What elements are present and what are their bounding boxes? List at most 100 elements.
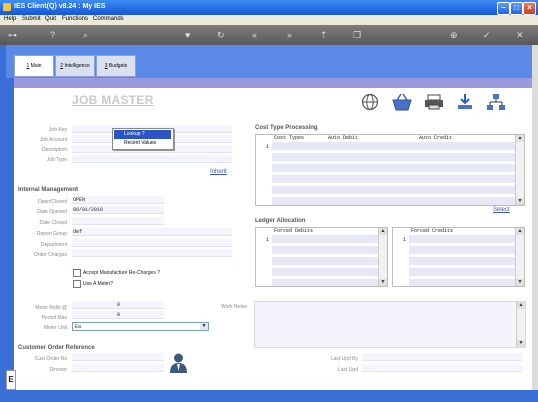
job-type-input[interactable] [72, 155, 232, 163]
date-closed-input[interactable] [72, 217, 164, 225]
order-charges-input[interactable] [72, 249, 232, 257]
col-auto-credit: Auto Credit [419, 135, 453, 141]
printer-icon[interactable] [424, 94, 444, 110]
forced-debits-header: Forced Debits [256, 228, 379, 235]
scroll-down-icon[interactable]: ▼ [516, 198, 524, 205]
forced-credits-rows[interactable] [409, 235, 516, 286]
window-edge [532, 45, 538, 402]
scroll-down-icon[interactable]: ▼ [379, 279, 387, 286]
tab-intelligence[interactable]: 2 Intelligence [55, 55, 95, 77]
internal-management-heading: Internal Management [18, 187, 79, 193]
job-key-label: Job Key [48, 127, 67, 133]
title-bar: IES Client(Q) v8.24 : My IES – □ × [0, 0, 538, 15]
tab-budgets[interactable]: 3 Budgets [96, 55, 136, 77]
scroll-down-icon[interactable]: ▼ [517, 340, 525, 347]
forced-credits-grid: Forced Credits 1 ▲ ▼ [392, 227, 525, 287]
menu-commands[interactable]: Commands [93, 16, 124, 22]
select-link[interactable]: Select [493, 207, 510, 213]
col-auto-debit: Auto Debit [328, 135, 359, 141]
help-icon[interactable]: ? [50, 30, 55, 40]
cancel-icon[interactable]: ✕ [516, 30, 524, 40]
scroll-up-icon[interactable]: ▲ [516, 228, 524, 235]
meter-unit-select[interactable]: Ea ▼ [72, 322, 209, 331]
forced-debits-scrollbar[interactable]: ▲ ▼ [378, 228, 387, 286]
maximize-button[interactable]: □ [510, 2, 523, 15]
minimize-button[interactable]: – [497, 2, 510, 15]
department-input[interactable] [72, 239, 232, 247]
scroll-up-icon[interactable]: ▲ [517, 302, 525, 309]
basket-icon[interactable] [392, 93, 412, 111]
debits-row-number: 1 [266, 237, 270, 243]
director-input[interactable] [72, 364, 164, 372]
col-forced-debits: Forced Debits [274, 228, 314, 234]
date-closed-label: Date Closed [39, 220, 67, 226]
date-opened-label: Date Opened [37, 209, 67, 215]
open-closed-label: Open/Closed [37, 199, 67, 205]
scroll-up-icon[interactable]: ▲ [379, 228, 387, 235]
copy-icon[interactable]: ❐ [353, 30, 361, 40]
cust-order-no-input[interactable] [72, 353, 164, 361]
work-notes-scrollbar[interactable]: ▲ ▼ [516, 302, 525, 347]
chevron-down-icon[interactable]: ▼ [200, 323, 208, 330]
collapsed-panel-tab[interactable]: E [6, 370, 16, 390]
network-icon[interactable] [487, 93, 505, 111]
upload-icon[interactable]: ⇡ [320, 30, 328, 40]
refresh-icon[interactable]: ↻ [217, 30, 225, 40]
accept-manufacture-label: Accept Manufacture Re-Charges ? [83, 270, 160, 276]
scroll-down-icon[interactable]: ▼ [516, 279, 524, 286]
person-icon[interactable] [169, 353, 188, 374]
header-band [14, 78, 532, 88]
inherit-link[interactable]: Inherit [210, 169, 227, 175]
cost-type-row-number: 1 [266, 144, 270, 150]
menu-submit[interactable]: Submit [22, 16, 41, 22]
lookup-menu-item[interactable]: Lookup ? [114, 130, 171, 139]
close-button[interactable]: × [523, 2, 536, 15]
use-meter-label: Use A Meter? [83, 281, 114, 287]
last-upd-by-label: Last Upd By [330, 356, 358, 362]
scroll-up-icon[interactable]: ▲ [516, 135, 524, 142]
cust-order-no-label: Cust Order No [34, 356, 67, 362]
menu-bar: Help Submit Quit Functions Commands [0, 15, 538, 25]
heart-icon[interactable]: ♥ [185, 30, 190, 40]
period-max-input[interactable]: 0 [72, 311, 164, 319]
job-type-label: Job Type [46, 157, 67, 163]
work-notes-textarea[interactable]: ▲ ▼ [254, 301, 526, 348]
department-label: Department [40, 242, 67, 248]
ledger-allocation-heading: Ledger Allocation [255, 218, 306, 224]
report-group-input[interactable]: def [72, 228, 232, 236]
last-upd-input[interactable] [362, 364, 522, 372]
tab-main[interactable]: 1 Main [14, 55, 54, 77]
globe-icon[interactable] [361, 93, 379, 111]
report-group-label: Report Group [36, 231, 67, 237]
menu-help[interactable]: Help [4, 16, 16, 22]
toolbar: ⊶ ? ⌕ ♥ ↻ « » ⇡ ❐ ⊕ ✓ ✕ [0, 25, 538, 45]
cost-type-rows[interactable] [272, 142, 516, 205]
app-icon [3, 3, 11, 11]
use-meter-checkbox[interactable] [73, 280, 81, 288]
fast-forward-icon[interactable]: » [287, 30, 292, 40]
status-bar [0, 390, 538, 402]
add-icon[interactable]: ⊕ [450, 30, 458, 40]
cost-type-scrollbar[interactable]: ▲ ▼ [515, 135, 524, 205]
accept-manufacture-checkbox[interactable] [73, 269, 81, 277]
cost-type-grid: Cost Types Auto Debit Auto Credit 1 ▲ ▼ [255, 134, 525, 206]
last-upd-by-input[interactable] [362, 353, 522, 361]
forced-credits-scrollbar[interactable]: ▲ ▼ [515, 228, 524, 286]
menu-functions[interactable]: Functions [62, 16, 88, 22]
menu-quit[interactable]: Quit [45, 16, 56, 22]
customer-order-heading: Customer Order Reference [18, 345, 95, 351]
key-icon[interactable]: ⊶ [8, 30, 17, 40]
meter-rolls-label: Meter Rolls @ [35, 305, 67, 311]
forced-debits-grid: Forced Debits 1 ▲ ▼ [255, 227, 388, 287]
check-icon[interactable]: ✓ [483, 30, 491, 40]
date-opened-input[interactable]: 06/01/2010 [72, 206, 164, 214]
recent-values-menu-item[interactable]: Recent Values [114, 139, 171, 148]
download-icon[interactable] [456, 93, 474, 111]
meter-unit-value: Ea [75, 324, 82, 330]
period-max-label: Period Max [41, 315, 67, 321]
meter-rolls-input[interactable]: 0 [72, 301, 164, 309]
search-icon[interactable]: ⌕ [83, 30, 88, 40]
forced-debits-rows[interactable] [272, 235, 379, 286]
rewind-icon[interactable]: « [252, 30, 257, 40]
open-closed-input[interactable]: OPEN [72, 196, 164, 204]
